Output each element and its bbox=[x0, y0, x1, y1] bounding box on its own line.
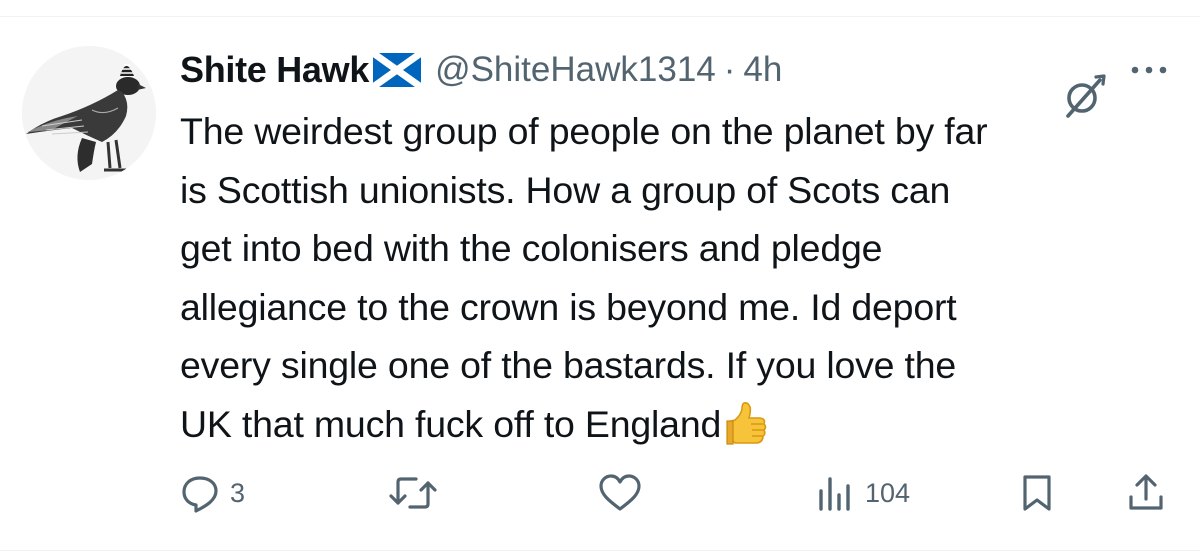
top-divider bbox=[0, 16, 1200, 17]
tweet-line: allegiance to the crown is beyond me. Id… bbox=[180, 285, 957, 328]
tweet-line: every single one of the bastards. If you… bbox=[180, 344, 957, 386]
timestamp[interactable]: 4h bbox=[743, 50, 782, 90]
views-count: 104 bbox=[865, 477, 911, 508]
share-button[interactable] bbox=[1126, 468, 1166, 518]
tweet-text: The weirdest group of people on the plan… bbox=[180, 102, 1170, 463]
bookmark-icon bbox=[1023, 475, 1051, 511]
like-button[interactable] bbox=[598, 468, 652, 518]
bird-illustration bbox=[22, 46, 156, 180]
heart-icon bbox=[599, 474, 641, 511]
bottom-divider bbox=[0, 550, 1200, 551]
user-handle[interactable]: @ShiteHawk1314 bbox=[435, 50, 716, 90]
reply-icon bbox=[182, 476, 218, 513]
separator-dot: · bbox=[723, 50, 736, 89]
tweet-actions: 3 104 bbox=[0, 468, 1200, 518]
avatar[interactable] bbox=[22, 46, 156, 180]
bookmark-button[interactable] bbox=[1020, 468, 1054, 518]
display-name[interactable]: Shite Hawk bbox=[180, 49, 369, 91]
tweet-header: Shite Hawk @ShiteHawk1314 · 4h bbox=[180, 46, 782, 94]
tweet-line: The weirdest group of people on the plan… bbox=[180, 110, 988, 152]
tweet-line: UK that much fuck off to England bbox=[180, 402, 722, 445]
views-chart-icon bbox=[819, 477, 850, 511]
reply-count: 3 bbox=[230, 477, 246, 508]
share-icon bbox=[1129, 474, 1163, 510]
reply-button[interactable]: 3 bbox=[180, 468, 245, 518]
tweet-line: is Scottish unionists. How a group of Sc… bbox=[180, 168, 951, 211]
retweet-button[interactable] bbox=[388, 468, 448, 518]
views-button[interactable]: 104 bbox=[815, 468, 910, 518]
scotland-flag-icon bbox=[371, 50, 424, 90]
tweet-line: get into bed with the colonisers and ple… bbox=[180, 227, 883, 269]
tweet-line-last: UK that much fuck off to England bbox=[180, 395, 1170, 464]
thumbs-up-emoji bbox=[723, 401, 767, 464]
retweet-icon bbox=[389, 477, 437, 509]
more-options-icon[interactable] bbox=[1125, 55, 1173, 85]
